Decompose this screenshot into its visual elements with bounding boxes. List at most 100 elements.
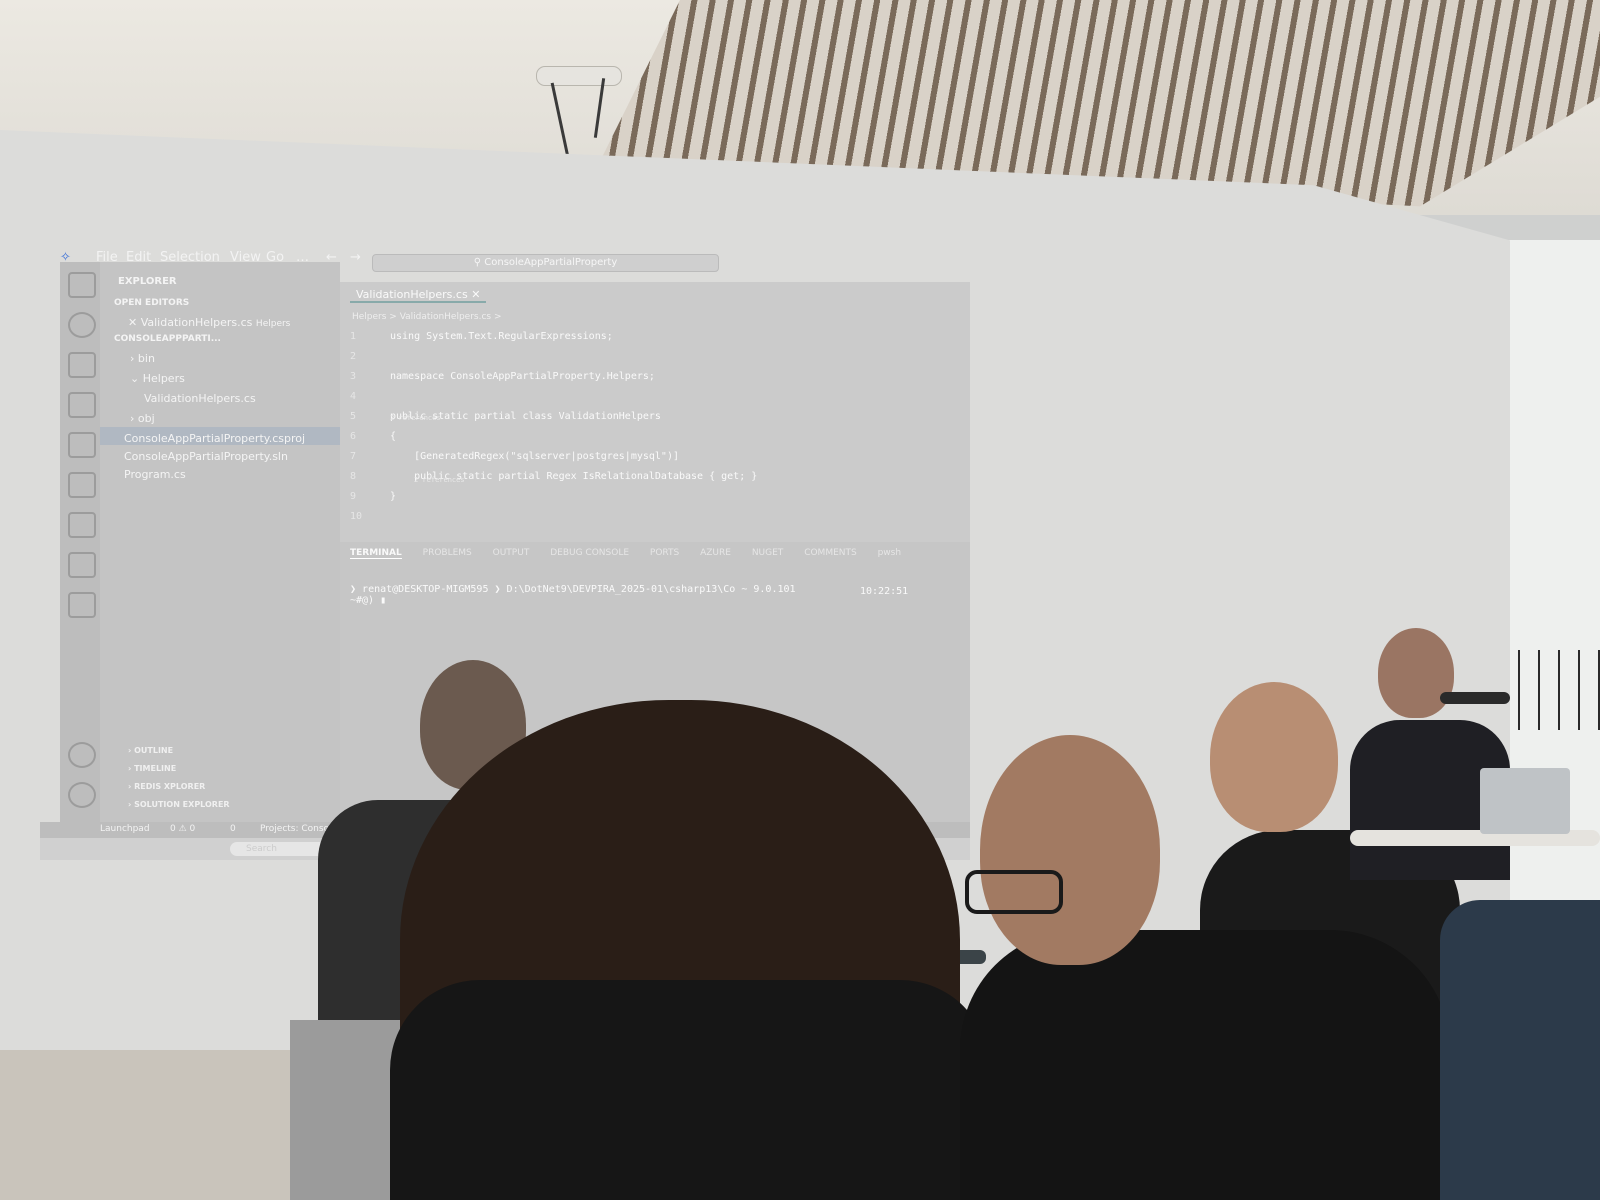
section-label: REDIS XPLORER [134,782,206,791]
run-debug-icon[interactable] [68,392,96,418]
balcony-railing [1498,650,1600,730]
open-editor-folder: Helpers [255,319,291,329]
taskbar-search-label: Search [246,844,277,854]
book-icon[interactable] [68,552,96,578]
status-launchpad[interactable]: Launchpad [100,824,150,834]
redis-explorer-section[interactable]: › REDIS XPLORER [128,782,205,791]
dotnet-version: 9.0.101 [753,584,796,595]
tab-problems[interactable]: PROBLEMS [423,548,472,558]
line-number: 10 [350,511,363,522]
line-text: using System.Text.RegularExpressions; [390,331,613,342]
code-line: 4 [350,387,757,407]
tree-label: Helpers [142,372,185,385]
tab-comments[interactable]: COMMENTS [804,548,857,558]
ceiling-sensor [536,66,622,86]
line-number: 2 [350,351,357,362]
search-icon[interactable] [68,312,96,338]
open-editor-item[interactable]: ✕ ValidationHelpers.cs Helpers [128,316,290,329]
seated-person [1440,900,1600,1200]
prompt-path: D:\DotNet9\DEVPIRA_2025-01\csharp13\Co [506,584,736,595]
line-text: namespace ConsoleAppPartialProperty.Help… [390,371,655,382]
gear-icon[interactable] [68,782,96,808]
status-problems[interactable]: 0 ⚠ 0 [170,824,195,834]
tree-label: ConsoleAppPartialProperty.sln [124,450,288,463]
code-line: 1 using System.Text.RegularExpressions; [350,327,757,347]
microphone-icon [1440,692,1510,704]
editor-tab[interactable]: ValidationHelpers.cs ✕ [350,288,487,303]
line-number: 5 [350,411,357,422]
code-line: 10 [350,507,757,527]
line-number: 4 [350,391,357,402]
audience-member-back [390,980,990,1200]
tree-item-validationhelpers[interactable]: ValidationHelpers.cs [144,392,256,405]
tab-terminal[interactable]: TERMINAL [350,548,402,559]
explorer-icon[interactable] [68,272,96,298]
tree-item-sln[interactable]: ConsoleAppPartialProperty.sln [124,450,288,463]
section-label: TIMELINE [134,764,177,773]
code-line: 2 [350,347,757,367]
explorer-title: EXPLORER [118,276,177,287]
audience-member-shirt [960,930,1450,1200]
open-editor-file: ValidationHelpers.cs [140,316,253,329]
source-control-icon[interactable] [68,352,96,378]
section-label: OUTLINE [134,746,174,755]
open-editors-header[interactable]: OPEN EDITORS [114,298,189,308]
tree-label: bin [137,352,155,365]
project-header[interactable]: CONSOLEAPPPARTI... [114,334,221,344]
code-line: 6{ [350,427,757,447]
tab-ports[interactable]: PORTS [650,548,679,558]
code-line: 7 [GeneratedRegex("sqlserver|postgres|my… [350,447,757,467]
codelens-property[interactable]: 2 references [414,476,465,484]
tab-debug-console[interactable]: DEBUG CONSOLE [550,548,629,558]
outline-section[interactable]: › OUTLINE [128,746,173,755]
tab-azure[interactable]: AZURE [700,548,731,558]
tab-output[interactable]: OUTPUT [493,548,530,558]
docker-icon[interactable] [68,592,96,618]
extensions-icon[interactable] [68,432,96,458]
codelens-class[interactable]: 2 references [390,414,441,422]
explorer-sidebar: EXPLORER OPEN EDITORS ✕ ValidationHelper… [100,262,340,822]
account-icon[interactable] [68,742,96,768]
line-number: 3 [350,371,357,382]
prompt-user: renat@DESKTOP-MIGM595 [362,584,489,595]
code-line: 8 public static partial Regex IsRelation… [350,467,757,487]
line-number: 1 [350,331,357,342]
speaker-head [1378,628,1454,718]
timeline-section[interactable]: › TIMELINE [128,764,176,773]
breadcrumb[interactable]: Helpers > ValidationHelpers.cs > [352,312,502,322]
forward-arrow-icon[interactable]: → [350,250,361,265]
search-label: ConsoleAppPartialProperty [484,257,618,268]
tree-label: obj [137,412,155,425]
code-lines: 1 using System.Text.RegularExpressions; 2… [350,327,757,527]
code-editor[interactable]: ValidationHelpers.cs ✕ Helpers > Validat… [340,282,970,542]
tree-label: Program.cs [124,468,186,481]
status-ports[interactable]: 0 [230,824,236,834]
terminal-time: 10:22:51 [860,586,909,597]
prompt-tail: ~#@) [350,595,375,606]
shell-selector[interactable]: pwsh [878,548,901,558]
tab-nuget[interactable]: NUGET [752,548,783,558]
tab-label: ValidationHelpers.cs [356,288,468,301]
testing-icon[interactable] [68,472,96,498]
line-number: 6 [350,431,357,442]
tree-item-obj[interactable]: › obj [130,412,155,425]
tree-label: ConsoleAppPartialProperty.csproj [124,432,306,445]
code-line: 3 namespace ConsoleAppPartialProperty.Hel… [350,367,757,387]
laptop [1480,768,1570,834]
solution-explorer-section[interactable]: › SOLUTION EXPLORER [128,800,230,809]
remote-explorer-icon[interactable] [68,512,96,538]
line-text: { [390,431,397,442]
code-line: 9} [350,487,757,507]
line-number: 7 [350,451,357,462]
tree-item-program[interactable]: Program.cs [124,468,186,481]
tree-item-csproj[interactable]: ConsoleAppPartialProperty.csproj [124,432,305,445]
line-text: [GeneratedRegex("sqlserver|postgres|mysq… [390,451,679,462]
audience-member-head [980,735,1160,965]
tree-label: ValidationHelpers.cs [144,392,256,405]
tree-item-helpers[interactable]: ⌄ Helpers [130,372,185,385]
command-center-search[interactable]: ⚲ ConsoleAppPartialProperty [372,254,719,272]
terminal-prompt[interactable]: ❯ renat@DESKTOP-MIGM595 ❯ D:\DotNet9\DEV… [350,584,796,606]
activity-bar [60,262,100,822]
tree-item-bin[interactable]: › bin [130,352,155,365]
line-number: 9 [350,491,357,502]
